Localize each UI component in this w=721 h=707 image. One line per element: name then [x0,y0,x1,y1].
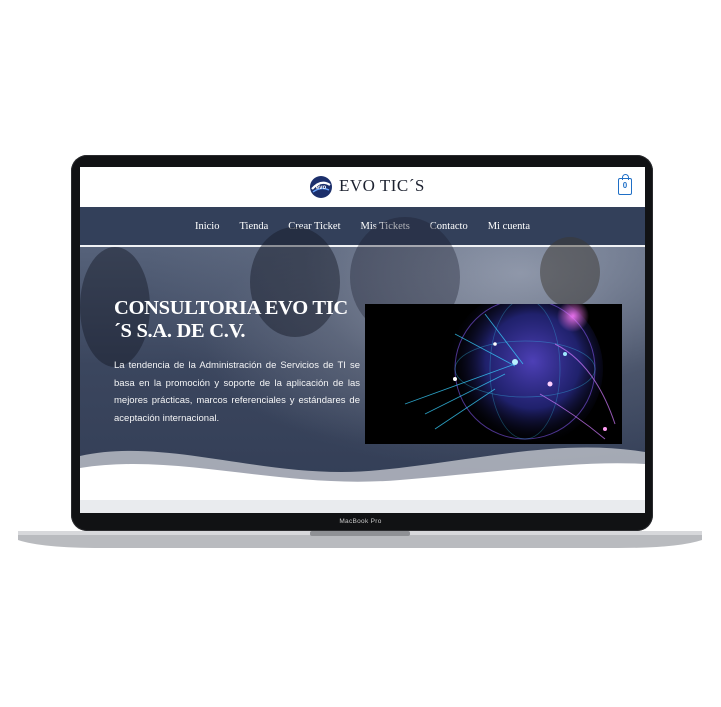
brand-name[interactable]: EVO TIC´S [339,176,425,196]
cart-count: 0 [622,181,628,190]
background-person [540,237,600,307]
cart-icon[interactable]: 0 [618,174,632,195]
hero-section: CONSULTORIA EVO TIC´S S.A. DE C.V. La te… [80,217,645,509]
laptop-base [18,531,702,548]
hero-title: CONSULTORIA EVO TIC´S S.A. DE C.V. [114,297,348,342]
nav-item-tienda[interactable]: Tienda [239,221,268,232]
evo-globe-logo-icon[interactable]: evo [309,175,333,199]
site-header: evo EVO TIC´S 0 [80,167,645,207]
browser-screen: evo EVO TIC´S 0 Inicio Tienda Crear Tick… [80,167,645,513]
hero-wave-divider [80,447,645,509]
nav-item-inicio[interactable]: Inicio [195,221,220,232]
digital-globe-image [365,304,622,444]
svg-text:evo: evo [316,185,327,191]
device-model-label: MacBook Pro [339,518,382,525]
next-section-strip [80,500,645,513]
hero-description: La tendencia de la Administración de Ser… [114,360,360,424]
nav-item-mi-cuenta[interactable]: Mi cuenta [488,221,530,232]
globe-graphic [365,304,622,444]
